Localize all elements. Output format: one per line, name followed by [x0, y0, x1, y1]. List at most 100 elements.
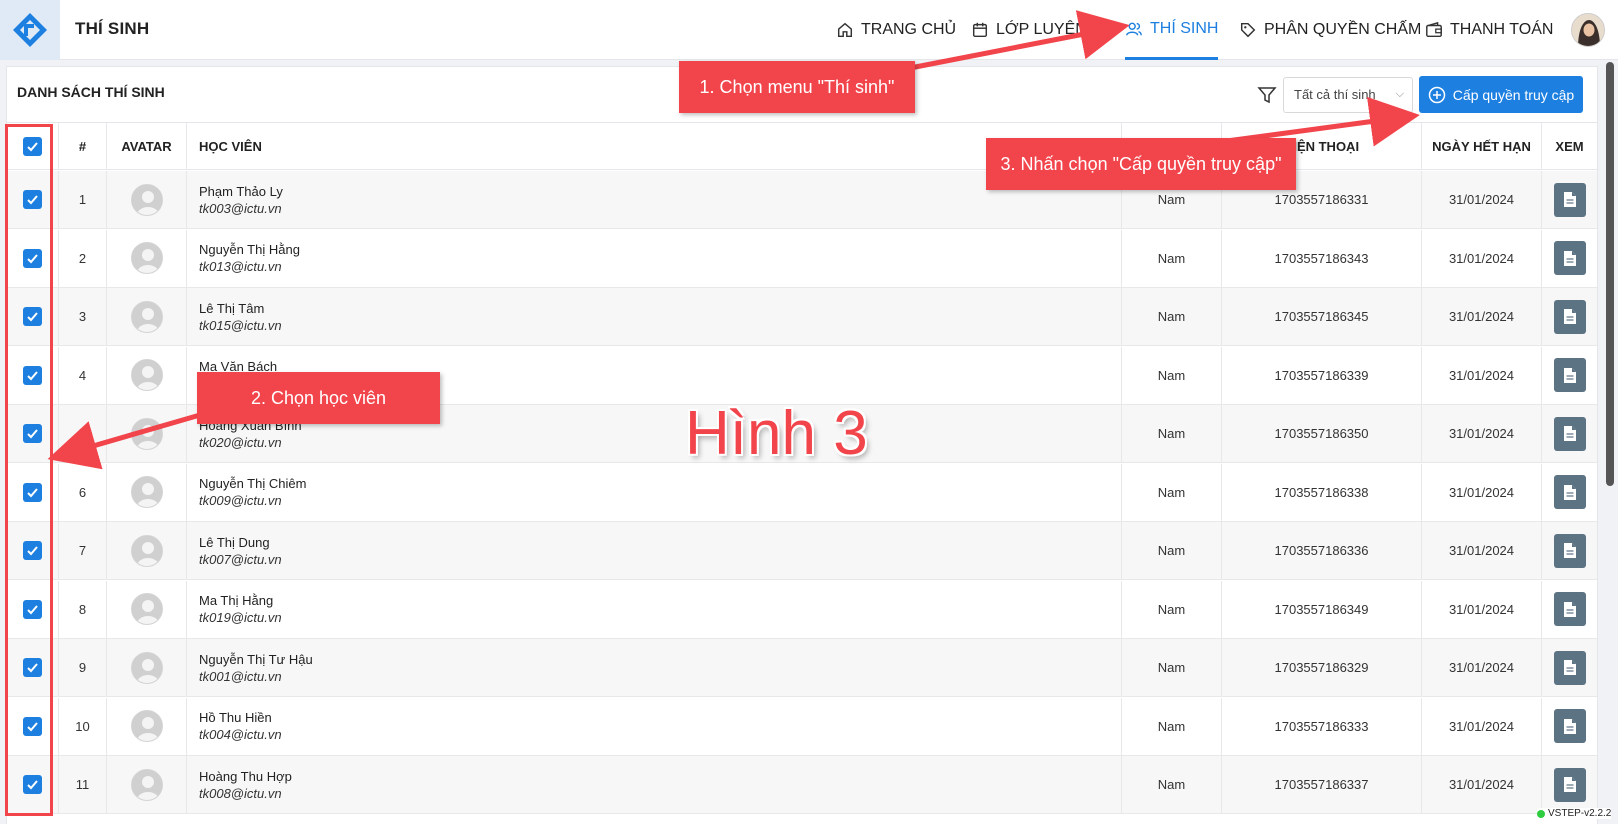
- student-expiry-date: 31/01/2024: [1422, 697, 1542, 755]
- student-gender: Nam: [1122, 405, 1222, 462]
- nav-grading-permissions[interactable]: PHÂN QUYỀN CHẤM: [1239, 0, 1421, 60]
- calendar-icon: [972, 22, 988, 38]
- row-student-cell: Lê Thị Tâm tk015@ictu.vn: [187, 288, 1122, 345]
- row-view-cell: [1542, 522, 1597, 579]
- row-student-cell: Hồ Thu Hiền tk004@ictu.vn: [187, 697, 1122, 755]
- student-phone: 1703557186343: [1222, 229, 1422, 287]
- avatar: [130, 300, 163, 333]
- table-row[interactable]: 7 Lê Thị Dung tk007@ictu.vn Nam 170355718633…: [7, 522, 1597, 580]
- version-badge: VSTEP-v2.2.2: [1537, 808, 1612, 819]
- view-details-button[interactable]: [1553, 709, 1586, 743]
- filter-selected-value: Tất cả thí sinh: [1294, 87, 1376, 102]
- row-number: 6: [59, 463, 107, 521]
- avatar: [130, 476, 163, 508]
- student-email: tk007@ictu.vn: [199, 551, 282, 567]
- row-view-cell: [1542, 288, 1597, 345]
- student-name: Ma Thị Hằng: [199, 593, 274, 608]
- document-icon: [1563, 309, 1576, 324]
- default-avatar-icon: [131, 360, 162, 390]
- view-details-button[interactable]: [1553, 241, 1586, 275]
- student-expiry-date: 31/01/2024: [1422, 580, 1542, 638]
- student-gender: Nam: [1122, 346, 1222, 404]
- student-email: tk020@ictu.vn: [199, 434, 282, 450]
- table-row[interactable]: 9 Nguyễn Thị Tư Hậu tk001@ictu.vn Nam 170355…: [7, 639, 1597, 697]
- table-row[interactable]: 3 Lê Thị Tâm tk015@ictu.vn Nam 1703557186345…: [7, 288, 1597, 346]
- view-details-button[interactable]: [1553, 358, 1586, 392]
- nav-candidates-label: THÍ SINH: [1150, 19, 1219, 37]
- row-avatar-cell: [107, 756, 187, 813]
- student-phone: 1703557186339: [1222, 346, 1422, 404]
- student-phone: 1703557186337: [1222, 756, 1422, 813]
- view-details-button[interactable]: [1553, 299, 1586, 334]
- student-gender: Nam: [1122, 639, 1222, 696]
- row-number: 8: [59, 580, 107, 638]
- student-expiry-date: 31/01/2024: [1422, 288, 1542, 345]
- avatar: [130, 417, 163, 450]
- view-details-button[interactable]: [1553, 767, 1586, 802]
- row-avatar-cell: [107, 697, 187, 755]
- user-avatar-menu[interactable]: [1571, 13, 1605, 47]
- row-avatar-cell: [107, 346, 187, 404]
- document-icon: [1563, 718, 1576, 734]
- student-email: tk009@ictu.vn: [199, 493, 282, 508]
- table-row[interactable]: 11 Hoàng Thu Hợp tk008@ictu.vn Nam 170355718…: [7, 756, 1597, 814]
- default-avatar-icon: [131, 301, 162, 332]
- row-avatar-cell: [107, 405, 187, 462]
- student-phone: 1703557186345: [1222, 288, 1422, 345]
- student-phone: 1703557186333: [1222, 697, 1422, 755]
- table-row[interactable]: 1 Phạm Thảo Ly tk003@ictu.vn Nam 17035571863…: [7, 171, 1597, 229]
- student-expiry-date: 31/01/2024: [1422, 756, 1542, 813]
- nav-candidates[interactable]: THÍ SINH: [1125, 0, 1219, 60]
- student-phone: 1703557186338: [1222, 463, 1422, 521]
- logo-icon: [13, 13, 47, 47]
- nav-payment[interactable]: THANH TOÁN: [1425, 0, 1553, 60]
- top-header: THÍ SINH TRANG CHỦ LỚP LUYỆN THI THÍ SIN…: [0, 0, 1618, 60]
- student-phone: 1703557186336: [1222, 522, 1422, 579]
- document-icon: [1563, 601, 1576, 617]
- candidate-filter-select[interactable]: Tất cả thí sinh ⌵: [1283, 77, 1413, 113]
- row-student-cell: Nguyễn Thị Hằng tk013@ictu.vn: [187, 229, 1122, 287]
- col-view-header: XEM: [1555, 138, 1584, 154]
- view-details-button[interactable]: [1553, 650, 1586, 685]
- nav-payment-label: THANH TOÁN: [1450, 21, 1554, 38]
- student-email: tk019@ictu.vn: [199, 610, 282, 625]
- nav-classes[interactable]: LỚP LUYỆN THI: [971, 0, 1117, 60]
- avatar: [130, 534, 163, 567]
- row-student-cell: Hoàng Thu Hợp tk008@ictu.vn: [187, 756, 1122, 813]
- row-number: 11: [59, 756, 107, 813]
- student-expiry-date: 31/01/2024: [1422, 405, 1542, 462]
- avatar: [130, 359, 163, 391]
- app-logo[interactable]: [0, 0, 60, 60]
- table-row[interactable]: 8 Ma Thị Hằng tk019@ictu.vn Nam 170355718634…: [7, 580, 1597, 639]
- row-view-cell: [1542, 230, 1597, 287]
- table-row[interactable]: 2 Nguyễn Thị Hằng tk013@ictu.vn Nam 17035571…: [7, 229, 1597, 288]
- annotation-step3: 3. Nhấn chọn "Cấp quyền truy cập": [986, 138, 1296, 190]
- student-email: tk008@ictu.vn: [199, 785, 282, 801]
- row-student-cell: Nguyễn Thị Tư Hậu tk001@ictu.vn: [187, 639, 1122, 696]
- grant-access-label: Cấp quyền truy cập: [1452, 86, 1575, 103]
- view-details-button[interactable]: [1553, 182, 1586, 217]
- row-avatar-cell: [107, 580, 187, 638]
- avatar: [130, 768, 163, 801]
- student-gender: Nam: [1122, 522, 1222, 579]
- nav-home[interactable]: TRANG CHỦ: [836, 0, 956, 60]
- filter-icon[interactable]: [1257, 85, 1277, 105]
- col-expiry-header: NGÀY HẾT HẠN: [1422, 123, 1542, 169]
- figure-label: Hình 3: [685, 399, 868, 468]
- nav-home-label: TRANG CHỦ: [861, 21, 957, 38]
- view-details-button[interactable]: [1553, 475, 1586, 509]
- table-row[interactable]: 10 Hồ Thu Hiền tk004@ictu.vn Nam 17035571863…: [7, 697, 1597, 756]
- checkbox-column-highlight: [5, 124, 53, 816]
- default-avatar-icon: [131, 535, 162, 566]
- profile-picture: [1572, 14, 1604, 46]
- grant-access-button[interactable]: Cấp quyền truy cập: [1419, 76, 1583, 113]
- table-row[interactable]: 6 Nguyễn Thị Chiêm tk009@ictu.vn Nam 1703557…: [7, 463, 1597, 522]
- row-avatar-cell: [107, 229, 187, 287]
- view-details-button[interactable]: [1553, 533, 1586, 568]
- view-details-button[interactable]: [1553, 416, 1586, 451]
- default-avatar-icon: [131, 652, 162, 683]
- default-avatar-icon: [131, 243, 162, 273]
- student-phone: 1703557186349: [1222, 580, 1422, 638]
- view-details-button[interactable]: [1553, 592, 1586, 626]
- page-scrollbar[interactable]: [1606, 62, 1614, 486]
